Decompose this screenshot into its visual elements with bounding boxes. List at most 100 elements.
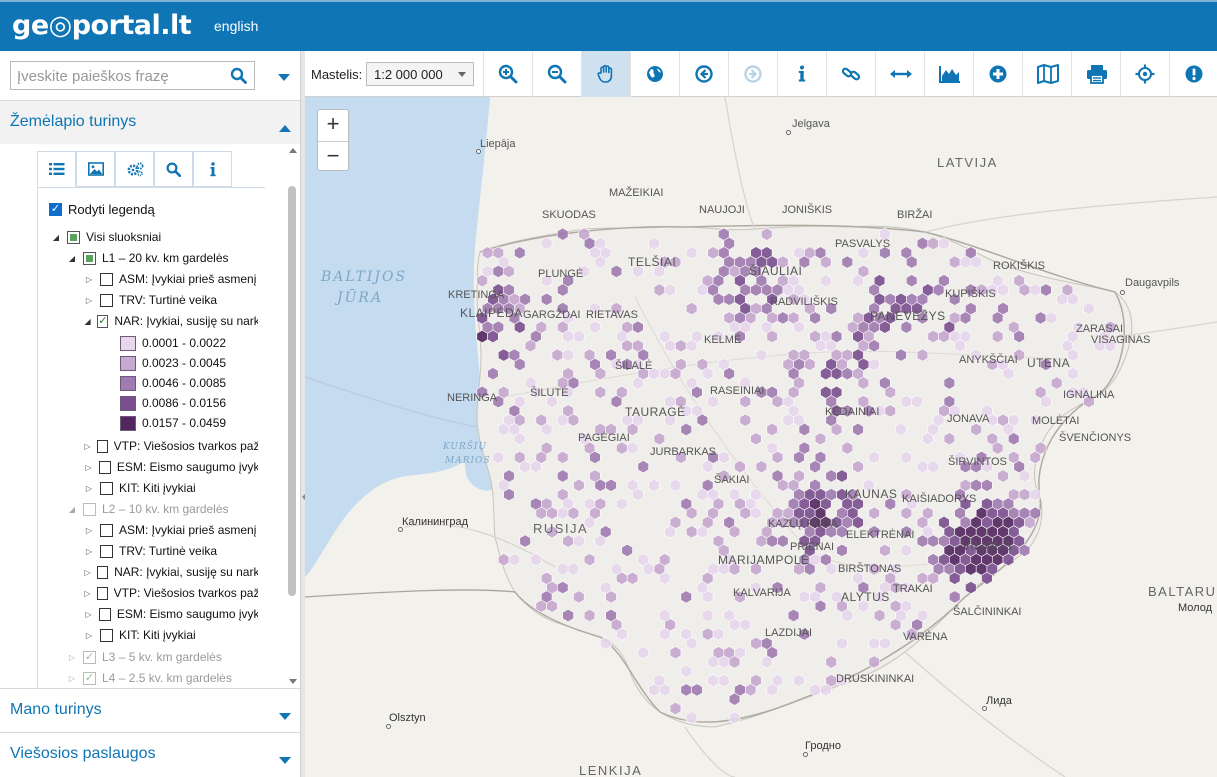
density-hexagon[interactable] [766, 422, 778, 437]
density-hexagon[interactable] [653, 283, 666, 297]
full-extent-tool[interactable] [630, 51, 679, 97]
density-hexagon[interactable] [476, 329, 488, 344]
density-hexagon[interactable] [621, 543, 633, 557]
density-hexagon[interactable] [916, 534, 929, 548]
density-hexagon[interactable] [707, 674, 719, 688]
density-hexagon[interactable] [927, 329, 939, 344]
density-hexagon[interactable] [750, 283, 762, 297]
density-hexagon[interactable] [1040, 283, 1052, 297]
density-hexagon[interactable] [557, 227, 569, 241]
density-hexagon[interactable] [648, 478, 660, 492]
density-hexagon[interactable] [546, 599, 558, 613]
density-hexagon[interactable] [535, 599, 547, 613]
expand-toggle-icon[interactable]: ▷ [82, 586, 93, 600]
density-hexagon[interactable] [492, 264, 504, 278]
density-hexagon[interactable] [1024, 515, 1036, 530]
density-hexagon[interactable] [927, 236, 939, 251]
density-hexagon[interactable] [895, 348, 907, 362]
density-hexagon[interactable] [562, 348, 574, 362]
zoom-in-tool[interactable] [483, 51, 532, 97]
pan-tool[interactable] [581, 51, 630, 97]
density-hexagon[interactable] [916, 460, 929, 474]
density-hexagon[interactable] [723, 292, 735, 306]
density-hexagon[interactable] [948, 255, 961, 269]
density-hexagon[interactable] [637, 646, 649, 660]
density-hexagon[interactable] [669, 367, 682, 381]
expand-toggle-icon[interactable]: ▷ [82, 628, 96, 642]
density-hexagon[interactable] [514, 432, 526, 446]
density-hexagon[interactable] [685, 636, 698, 650]
tree-checkbox[interactable] [98, 607, 111, 621]
density-hexagon[interactable] [889, 618, 902, 632]
density-hexagon[interactable] [728, 655, 741, 669]
density-hexagon[interactable] [1002, 553, 1015, 567]
density-hexagon[interactable] [573, 590, 585, 604]
accordion-public-services[interactable]: Viešosios paslaugos [0, 732, 300, 776]
tab-search[interactable] [154, 151, 193, 187]
density-hexagon[interactable] [541, 422, 553, 437]
density-hexagon[interactable] [594, 367, 607, 381]
map-area[interactable]: Mastelis: 1:2 000 000 + − Jelgava Liepāj… [305, 51, 1217, 777]
density-hexagon[interactable] [938, 236, 950, 251]
density-hexagon[interactable] [621, 339, 633, 353]
density-hexagon[interactable] [744, 683, 757, 697]
scroll-up-icon[interactable] [289, 148, 297, 153]
density-hexagon[interactable] [632, 376, 644, 390]
tree-checkbox[interactable]: ✓ [83, 650, 96, 664]
density-hexagon[interactable] [696, 413, 709, 427]
density-hexagon[interactable] [868, 655, 880, 669]
density-hexagon[interactable] [798, 422, 811, 437]
density-hexagon[interactable] [498, 422, 510, 437]
density-hexagon[interactable] [820, 367, 832, 381]
density-hexagon[interactable] [959, 311, 972, 325]
density-hexagon[interactable] [498, 348, 510, 362]
density-hexagon[interactable] [712, 292, 725, 306]
density-hexagon[interactable] [637, 460, 649, 474]
density-hexagon[interactable] [701, 590, 714, 604]
density-hexagon[interactable] [857, 376, 870, 390]
tree-checkbox[interactable] [100, 293, 113, 307]
density-hexagon[interactable] [1002, 367, 1015, 381]
density-hexagon[interactable] [723, 367, 735, 381]
identify-tool[interactable] [777, 51, 826, 97]
density-hexagon[interactable] [734, 460, 746, 474]
expand-toggle-icon[interactable]: ◢ [65, 251, 79, 265]
expand-toggle-icon[interactable]: ▷ [82, 523, 96, 537]
density-hexagon[interactable] [852, 460, 864, 474]
density-hexagon[interactable] [1045, 311, 1058, 325]
density-hexagon[interactable] [701, 367, 714, 381]
density-hexagon[interactable] [852, 515, 864, 530]
density-hexagon[interactable] [685, 246, 698, 260]
tree-checkbox[interactable] [83, 502, 96, 516]
density-hexagon[interactable] [728, 711, 741, 725]
density-hexagon[interactable] [594, 255, 607, 269]
zoom-out-tool[interactable] [532, 51, 581, 97]
tree-checkbox[interactable] [100, 481, 113, 495]
density-hexagon[interactable] [557, 506, 569, 520]
scroll-thumb[interactable] [288, 186, 296, 596]
density-hexagon[interactable] [782, 413, 794, 427]
density-hexagon[interactable] [884, 385, 896, 399]
tree-checkbox[interactable]: ✓ [83, 671, 96, 685]
density-hexagon[interactable] [777, 311, 789, 325]
density-hexagon[interactable] [1029, 488, 1041, 502]
density-hexagon[interactable] [830, 367, 843, 381]
density-hexagon[interactable] [557, 450, 569, 464]
density-hexagon[interactable] [991, 329, 1004, 344]
density-hexagon[interactable] [900, 395, 913, 409]
density-hexagon[interactable] [514, 357, 526, 371]
density-hexagon[interactable] [916, 348, 929, 362]
density-hexagon[interactable] [750, 432, 762, 446]
density-hexagon[interactable] [562, 329, 574, 344]
expand-toggle-icon[interactable]: ▷ [65, 650, 79, 664]
tree-checkbox[interactable]: ✓ [97, 314, 109, 328]
density-hexagon[interactable] [680, 664, 692, 678]
density-hexagon[interactable] [1018, 283, 1031, 297]
density-hexagon[interactable] [718, 674, 730, 688]
density-hexagon[interactable] [959, 255, 972, 269]
density-hexagon[interactable] [836, 543, 848, 557]
density-hexagon[interactable] [610, 264, 623, 278]
density-hexagon[interactable] [557, 283, 569, 297]
density-hexagon[interactable] [750, 506, 762, 520]
density-hexagon[interactable] [718, 450, 730, 464]
